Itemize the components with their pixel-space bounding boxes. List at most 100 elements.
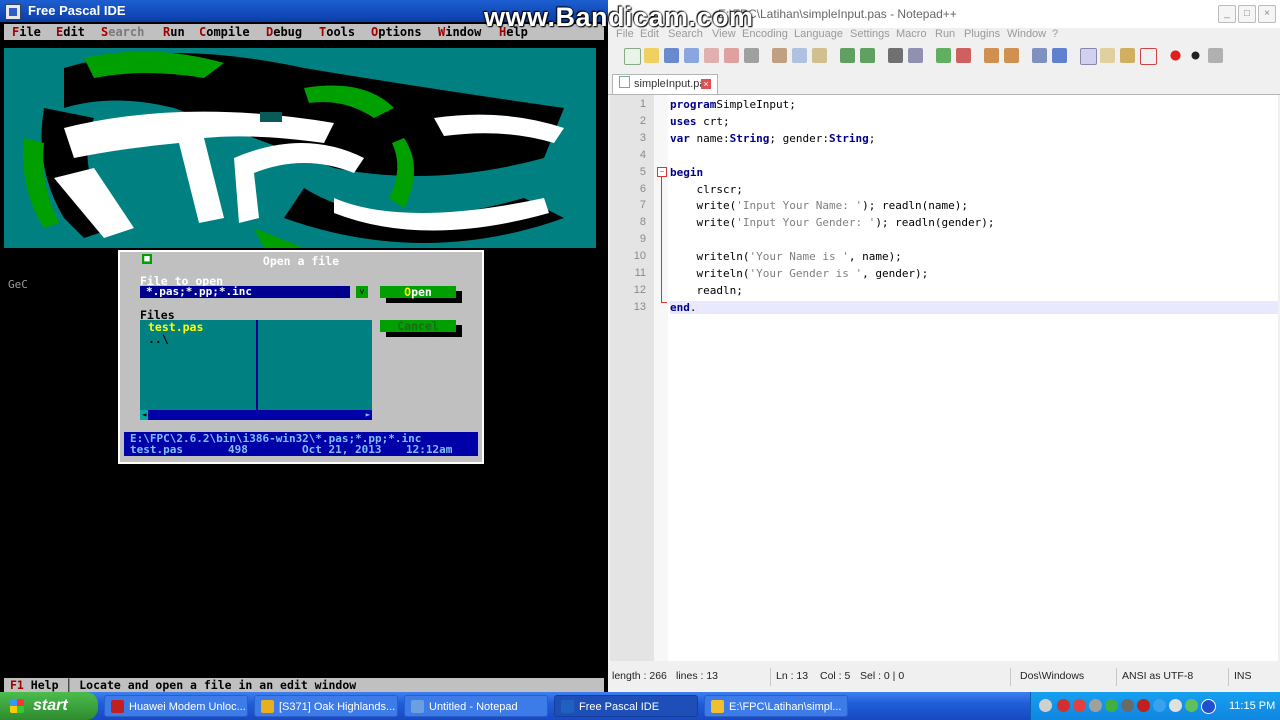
print-icon[interactable] [744, 48, 759, 63]
tab-label: simpleInput.pas [634, 78, 712, 90]
udl-icon[interactable] [1100, 48, 1115, 63]
tray-app-icon[interactable] [1185, 699, 1198, 712]
show-all-chars-icon[interactable] [1052, 48, 1067, 63]
tray-app-icon[interactable] [1121, 699, 1134, 712]
fpc-menu-window[interactable]: Window [438, 24, 481, 40]
play-macro-icon[interactable] [1208, 48, 1223, 63]
cut-icon[interactable] [772, 48, 787, 63]
open-button[interactable]: Open [380, 286, 456, 298]
files-horizontal-scrollbar[interactable]: ◄ ► [140, 410, 372, 420]
tray-volume-icon[interactable] [1169, 699, 1182, 712]
fpc-menu-options[interactable]: Options [371, 24, 422, 40]
code-line[interactable]: begin [670, 166, 703, 179]
stop-macro-icon[interactable] [1188, 48, 1203, 63]
taskbar-button[interactable]: [S371] Oak Highlands... [254, 695, 398, 717]
tab-close-icon[interactable]: × [701, 79, 711, 89]
tray-app-icon[interactable] [1105, 699, 1118, 712]
tray-app-icon[interactable] [1073, 699, 1086, 712]
history-dropdown-button[interactable]: v [356, 286, 368, 298]
code-line[interactable]: write('Input Your Gender: '); readln(gen… [670, 216, 994, 230]
app-icon [711, 700, 724, 713]
code-line[interactable]: readln; [670, 284, 742, 297]
tray-arrow-icon[interactable] [1039, 699, 1052, 712]
fpc-menu-compile[interactable]: Compile [199, 24, 250, 40]
save-icon[interactable] [664, 48, 679, 63]
status-hint: Help │ Locate and open a file in an edit… [30, 678, 357, 692]
fpc-menu-debug[interactable]: Debug [266, 24, 302, 40]
word-wrap-icon[interactable] [1032, 48, 1047, 63]
scroll-left-arrow-icon[interactable]: ◄ [140, 410, 148, 420]
tray-app-icon[interactable] [1153, 699, 1166, 712]
code-text: . [689, 300, 697, 314]
taskbar-button[interactable]: Free Pascal IDE [554, 695, 698, 717]
code-keyword: String [828, 131, 869, 145]
taskbar-button[interactable]: Untitled - Notepad [404, 695, 548, 717]
npp-menu-settings[interactable]: Settings [850, 28, 890, 40]
bluetooth-icon[interactable] [1201, 699, 1216, 714]
code-keyword: String [729, 131, 770, 145]
fpc-menu-edit[interactable]: Edit [56, 24, 85, 40]
code-line[interactable]: write('Input Your Name: '); readln(name)… [670, 199, 968, 212]
code-text: write( [670, 216, 737, 230]
minimize-icon[interactable]: _ [1218, 5, 1236, 23]
npp-menu-help[interactable]: ? [1052, 28, 1058, 40]
code-line[interactable]: writeln('Your Gender is ', gender); [670, 267, 928, 280]
undo-icon[interactable] [840, 48, 855, 63]
fpc-menu-search[interactable]: Search [101, 24, 144, 40]
code-line[interactable]: uses crt; [670, 115, 730, 128]
copy-icon[interactable] [792, 48, 807, 63]
files-list[interactable]: test.pas ..\ [140, 320, 372, 412]
code-editor[interactable]: 1 2 3 4 5 6 7 8 9 10 11 12 13 − programSimpleInput; u… [610, 95, 1278, 661]
redo-icon[interactable] [860, 48, 875, 63]
code-line[interactable]: end. [670, 300, 1278, 314]
app-icon [111, 700, 124, 713]
open-file-icon[interactable] [644, 48, 659, 63]
status-eol: Dos\Windows [1020, 670, 1085, 682]
fold-collapse-icon[interactable]: − [657, 167, 667, 177]
zoom-out-icon[interactable] [956, 48, 971, 63]
tray-app-icon[interactable] [1057, 699, 1070, 712]
file-to-open-input[interactable]: *.pas;*.pp;*.inc [140, 286, 350, 298]
fpc-menu-tools[interactable]: Tools [319, 24, 355, 40]
code-line[interactable]: var name:String; gender:String; [670, 132, 875, 145]
npp-menu-run[interactable]: Run [935, 28, 955, 40]
start-button[interactable]: start [0, 692, 98, 720]
scroll-right-arrow-icon[interactable]: ► [364, 410, 372, 420]
status-selection: Sel : 0 | 0 [860, 670, 905, 682]
close-file-icon[interactable] [704, 48, 719, 63]
npp-menu-language[interactable]: Language [794, 28, 843, 40]
taskbar-button[interactable]: Huawei Modem Unloc... [104, 695, 248, 717]
code-line[interactable]: writeln('Your Name is ', name); [670, 250, 901, 263]
paste-icon[interactable] [812, 48, 827, 63]
save-all-icon[interactable] [684, 48, 699, 63]
npp-menu-window[interactable]: Window [1007, 28, 1046, 40]
npp-menu-plugins[interactable]: Plugins [964, 28, 1000, 40]
npp-menu-macro[interactable]: Macro [896, 28, 927, 40]
replace-icon[interactable] [908, 48, 923, 63]
record-macro-icon[interactable] [1168, 48, 1183, 63]
sync-v-icon[interactable] [984, 48, 999, 63]
close-icon[interactable]: × [1258, 5, 1276, 23]
tray-app-icon[interactable] [1137, 699, 1150, 712]
zoom-in-icon[interactable] [936, 48, 951, 63]
function-list-icon[interactable] [1140, 48, 1157, 65]
indent-guide-icon[interactable] [1080, 48, 1097, 65]
fpc-menu-file[interactable]: File [12, 24, 41, 40]
new-file-icon[interactable] [624, 48, 641, 65]
list-item[interactable]: ..\ [148, 332, 169, 346]
find-icon[interactable] [888, 48, 903, 63]
doc-map-icon[interactable] [1120, 48, 1135, 63]
status-help-key[interactable]: F1 [10, 678, 24, 692]
fpc-menu-run[interactable]: Run [163, 24, 185, 40]
clock[interactable]: 11:15 PM [1229, 692, 1275, 720]
cancel-button[interactable]: Cancel [380, 320, 456, 332]
tray-network-icon[interactable] [1089, 699, 1102, 712]
maximize-icon[interactable]: □ [1238, 5, 1256, 23]
taskbar-button[interactable]: E:\FPC\Latihan\simpl... [704, 695, 848, 717]
code-line[interactable]: programSimpleInput; [670, 98, 796, 111]
code-line[interactable]: clrscr; [670, 183, 742, 196]
sync-h-icon[interactable] [1004, 48, 1019, 63]
tab-simpleinput[interactable]: simpleInput.pas × [612, 74, 718, 94]
status-lines: lines : 13 [676, 670, 719, 682]
close-all-icon[interactable] [724, 48, 739, 63]
